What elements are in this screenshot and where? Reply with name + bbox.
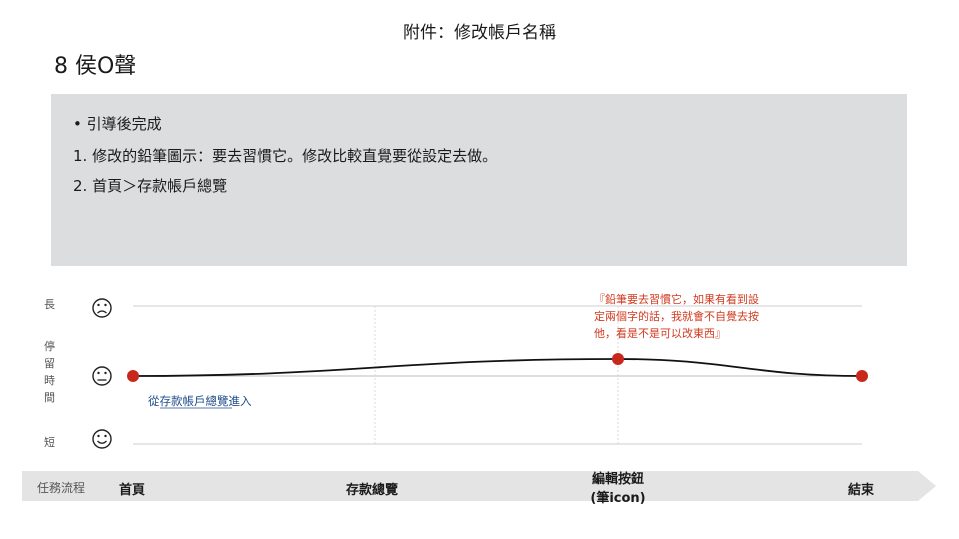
- flow-step-overview: 存款總覽: [346, 483, 399, 498]
- flow-step-end: 結束: [848, 483, 875, 498]
- flow-step-edit-line-1: 編輯按鈕: [591, 472, 644, 487]
- flow-arrow-bar: [22, 471, 936, 501]
- flow-step-edit-line-2: (筆icon): [590, 491, 646, 506]
- journey-point-3: [856, 370, 868, 382]
- journey-chart: 長 停 留 時 間 短 從存款帳戶總覽進入 『鉛筆要去習慣它，如果有看到設 定兩…: [44, 292, 868, 449]
- journey-point-1: [127, 370, 139, 382]
- journey-point-2: [612, 353, 624, 365]
- flow-step-home: 首頁: [119, 483, 146, 498]
- y-label-mid-1: 停: [44, 339, 55, 353]
- y-label-mid-3: 時: [44, 374, 55, 387]
- y-label-long: 長: [44, 298, 55, 311]
- annotation-entry: 從存款帳戶總覽進入: [148, 394, 252, 408]
- y-label-short: 短: [44, 435, 55, 449]
- flow-label: 任務流程: [37, 481, 86, 495]
- y-label-mid-2: 留: [44, 357, 55, 370]
- flow-step-edit: 編輯按鈕 (筆icon): [578, 468, 658, 506]
- annotation-quote-line-3: 他，看是不是可以改東西』: [594, 326, 726, 340]
- y-label-mid-4: 間: [44, 391, 55, 404]
- annotation-quote-line-1: 『鉛筆要去習慣它，如果有看到設: [594, 292, 759, 306]
- journey-points: [127, 353, 868, 382]
- frown-icon: [92, 298, 112, 318]
- smile-icon: [92, 429, 112, 449]
- neutral-icon: [92, 366, 112, 386]
- journey-curve: [132, 358, 863, 377]
- annotation-quote-line-2: 定兩個字的話，我就會不自覺去按: [594, 309, 759, 323]
